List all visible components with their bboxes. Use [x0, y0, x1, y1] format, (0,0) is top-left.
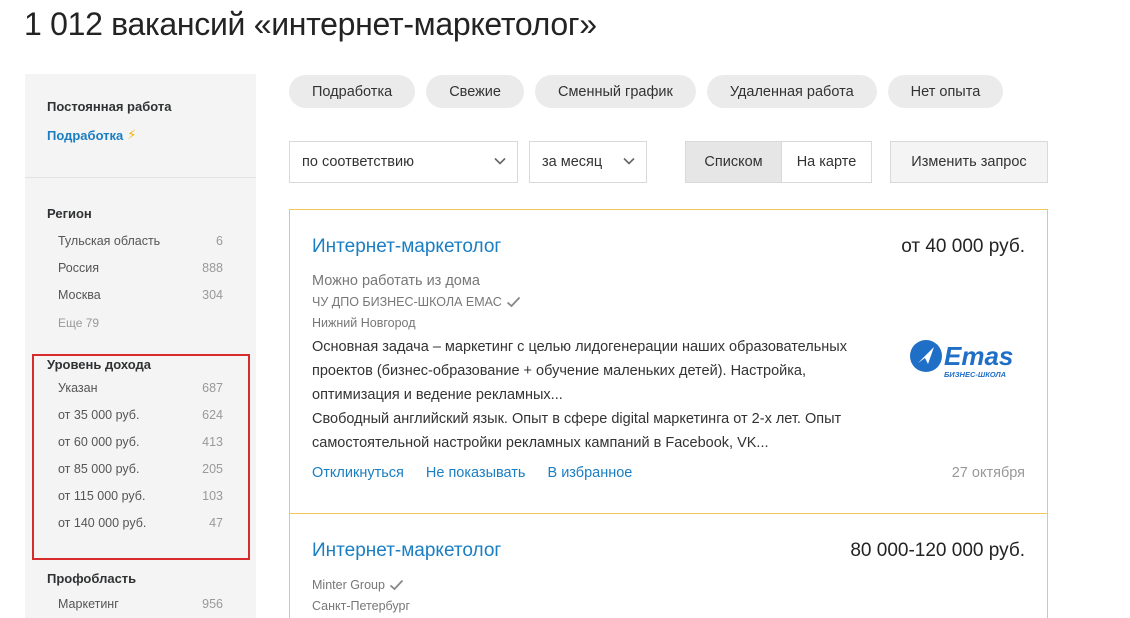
- description-line: проектов (бизнес-образование + обучение …: [312, 363, 806, 379]
- vacancy-city: Санкт-Петербург: [312, 599, 411, 613]
- logo-wordmark: Emas: [944, 341, 1013, 371]
- parttime-filter-label: Подработка: [47, 127, 124, 143]
- filter-item-count: 205: [202, 461, 223, 476]
- company-name: Minter Group: [312, 578, 385, 592]
- hide-link[interactable]: Не показывать: [426, 465, 526, 481]
- description-line: оптимизация и ведение рекламных...: [312, 387, 563, 403]
- chip-parttime[interactable]: Подработка: [289, 75, 416, 108]
- verified-check-icon: [506, 296, 520, 308]
- income-item[interactable]: от 85 000 руб. 205: [47, 455, 234, 482]
- vacancy-list: Интернет-маркетолог от 40 000 руб. Можно…: [289, 209, 1048, 618]
- income-item[interactable]: от 115 000 руб. 103: [47, 482, 234, 509]
- description-line: Основная задача – маркетинг с целью лидо…: [312, 339, 847, 355]
- vacancy-description: Основная задача – маркетинг с целью лидо…: [312, 335, 892, 455]
- filter-item-label: от 60 000 руб.: [58, 434, 140, 449]
- filter-item-count: 624: [202, 407, 223, 422]
- region-heading: Регион: [47, 206, 92, 221]
- chip-remote[interactable]: Удаленная работа: [706, 75, 877, 108]
- income-item[interactable]: Указан 687: [47, 374, 234, 401]
- vacancy-actions: Откликнуться Не показывать В избранное: [312, 465, 632, 481]
- vacancy-title-link[interactable]: Интернет-маркетолог: [312, 540, 501, 562]
- filter-item-count: 687: [202, 380, 223, 395]
- logo-tagline: БИЗНЕС-ШКОЛА: [944, 370, 1006, 379]
- company-name: ЧУ ДПО БИЗНЕС-ШКОЛА ЕМАС: [312, 295, 502, 309]
- filter-item-label: от 140 000 руб.: [58, 515, 147, 530]
- filter-item-label: Указан: [58, 380, 98, 395]
- chevron-down-icon: [494, 157, 506, 165]
- income-heading: Уровень дохода: [47, 357, 152, 372]
- filter-item-count: 956: [202, 596, 223, 611]
- employment-heading: Постоянная работа: [47, 99, 172, 114]
- favorite-link[interactable]: В избранное: [548, 465, 633, 481]
- parttime-filter-link[interactable]: Подработка ⚡: [47, 127, 234, 143]
- income-item[interactable]: от 60 000 руб. 413: [47, 428, 234, 455]
- filter-item-label: Тульская область: [58, 233, 161, 248]
- filter-item-count: 6: [216, 233, 223, 248]
- apply-link[interactable]: Откликнуться: [312, 465, 404, 481]
- employment-filter: Постоянная работа Подработка ⚡: [25, 74, 256, 178]
- view-list-button[interactable]: Списком: [685, 141, 782, 183]
- description-line: Свободный английский язык. Опыт в сфере …: [312, 411, 842, 427]
- vacancy-card: Интернет-маркетолог 80 000-120 000 руб. …: [290, 514, 1047, 618]
- chip-fresh[interactable]: Свежие: [426, 75, 524, 108]
- profarea-item-marketing[interactable]: Маркетинг 956: [47, 590, 234, 617]
- filter-item-label: от 85 000 руб.: [58, 461, 140, 476]
- filters-sidebar: Постоянная работа Подработка ⚡ Регион Ту…: [25, 74, 256, 618]
- vacancy-remote-note: Можно работать из дома: [312, 273, 480, 289]
- profarea-filter: Профобласть Маркетинг 956: [25, 571, 256, 617]
- sort-select-value: по соответствию: [302, 154, 414, 170]
- filter-item-count: 47: [209, 515, 223, 530]
- vacancy-title-link[interactable]: Интернет-маркетолог: [312, 236, 501, 258]
- description-line: самостоятельной настройки рекламных камп…: [312, 435, 769, 451]
- region-filter: Регион Тульская область 6 Россия 888 Мос…: [25, 178, 256, 334]
- view-mode-toggle: Списком На карте: [685, 141, 872, 183]
- period-select-value: за месяц: [542, 154, 603, 170]
- filter-item-count: 413: [202, 434, 223, 449]
- change-query-button[interactable]: Изменить запрос: [890, 141, 1048, 183]
- view-map-button[interactable]: На карте: [782, 141, 872, 183]
- vacancy-salary: от 40 000 руб.: [901, 236, 1025, 257]
- chip-no-experience[interactable]: Нет опыта: [887, 75, 1004, 108]
- filter-item-label: Москва: [58, 287, 101, 302]
- filter-item-count: 304: [202, 287, 223, 302]
- verified-check-icon: [389, 579, 404, 591]
- page-title: 1 012 вакансий «интернет-маркетолог»: [24, 6, 597, 42]
- company-logo[interactable]: Emas БИЗНЕС-ШКОЛА: [908, 336, 1026, 380]
- region-more-link[interactable]: Еще 79: [47, 312, 234, 334]
- region-item-tula[interactable]: Тульская область 6: [47, 227, 234, 254]
- filter-item-label: Россия: [58, 260, 99, 275]
- income-item[interactable]: от 35 000 руб. 624: [47, 401, 234, 428]
- region-item-moscow[interactable]: Москва 304: [47, 281, 234, 308]
- income-filter: Уровень дохода Указан 687 от 35 000 руб.…: [25, 357, 256, 536]
- vacancy-company-link[interactable]: ЧУ ДПО БИЗНЕС-ШКОЛА ЕМАС: [312, 295, 521, 309]
- vacancy-salary: 80 000-120 000 руб.: [850, 540, 1025, 561]
- chevron-down-icon: [623, 157, 635, 165]
- lightning-icon: ⚡: [127, 127, 137, 142]
- vacancy-city: Нижний Новгород: [312, 316, 416, 330]
- income-item[interactable]: от 140 000 руб. 47: [47, 509, 234, 536]
- chip-shift-schedule[interactable]: Сменный график: [534, 75, 696, 108]
- filter-item-count: 888: [202, 260, 223, 275]
- filter-item-label: Маркетинг: [58, 596, 119, 611]
- profarea-heading: Профобласть: [47, 571, 137, 586]
- period-select[interactable]: за месяц: [529, 141, 647, 183]
- quick-filter-chips: Подработка Свежие Сменный график Удаленн…: [289, 75, 1004, 108]
- vacancy-company-link[interactable]: Minter Group: [312, 578, 404, 592]
- filter-item-label: от 35 000 руб.: [58, 407, 140, 422]
- vacancy-date: 27 октября: [951, 465, 1025, 481]
- filter-item-count: 103: [202, 488, 223, 503]
- region-item-russia[interactable]: Россия 888: [47, 254, 234, 281]
- vacancy-card: Интернет-маркетолог от 40 000 руб. Можно…: [290, 210, 1047, 514]
- filter-item-label: от 115 000 руб.: [58, 488, 146, 503]
- sort-select[interactable]: по соответствию: [289, 141, 518, 183]
